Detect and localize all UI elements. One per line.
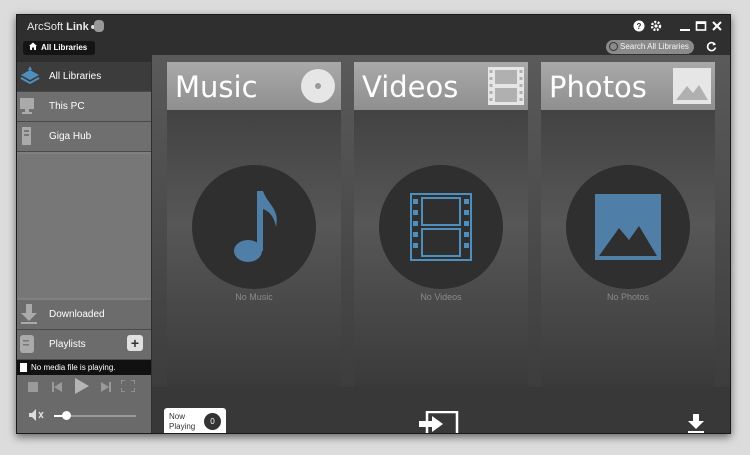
play-icon[interactable] (74, 378, 90, 397)
stop-icon[interactable] (28, 381, 38, 395)
search-box[interactable]: Search All Libraries (606, 40, 694, 54)
panel-title: Photos (549, 70, 647, 104)
sidebar-item-label: This PC (49, 101, 85, 112)
film-strip-icon (488, 67, 524, 110)
document-icon (20, 363, 27, 372)
breadcrumb[interactable]: All Libraries (23, 41, 96, 55)
player-controls (17, 375, 151, 433)
sidebar-item-playlists[interactable]: Playlists + (17, 330, 151, 360)
disc-icon (300, 68, 336, 109)
all-libraries-icon (19, 65, 41, 87)
volume-slider-knob[interactable] (62, 411, 71, 420)
search-icon (609, 42, 618, 51)
close-icon[interactable] (711, 20, 723, 32)
hub-icon (19, 125, 41, 147)
help-icon[interactable]: ? (633, 20, 645, 32)
library-main: Music No Music Videos No Videos Photos N… (152, 55, 730, 433)
fullscreen-icon[interactable] (120, 379, 136, 395)
app-logo-icon (94, 20, 104, 32)
panel-empty-text: No Music (235, 292, 273, 302)
app-title: ArcSoft Link (27, 21, 95, 33)
videos-placeholder (379, 165, 503, 289)
download-arrow-icon (19, 303, 41, 325)
previous-icon[interactable] (52, 381, 62, 395)
now-playing-button[interactable]: Now Playing 0 (164, 408, 226, 433)
sidebar-item-label: All Libraries (49, 71, 102, 82)
player-status: No media file is playing. (17, 360, 151, 375)
music-panel[interactable]: Music No Music (167, 62, 341, 387)
minimize-icon[interactable] (679, 20, 691, 32)
panel-title: Music (175, 70, 258, 104)
refresh-icon[interactable] (706, 41, 717, 55)
sidebar-item-downloaded[interactable]: Downloaded (17, 300, 151, 330)
download-icon[interactable] (687, 414, 705, 433)
app-name-prefix: ArcSoft (27, 21, 67, 33)
gear-icon[interactable] (650, 20, 662, 32)
player-status-text: No media file is playing. (31, 363, 116, 372)
panel-header: Photos (541, 62, 715, 110)
maximize-icon[interactable] (695, 20, 707, 32)
panel-header: Videos (354, 62, 528, 110)
music-note-icon (232, 187, 280, 272)
now-playing-line1: Now (169, 412, 186, 421)
sidebar-item-this-pc[interactable]: This PC (17, 92, 151, 122)
bottom-bar: Now Playing 0 (152, 387, 730, 433)
volume-icon[interactable] (29, 409, 45, 424)
sidebar-item-all-libraries[interactable]: All Libraries (17, 62, 151, 92)
playlists-label: Playlists (49, 339, 86, 350)
sidebar-item-giga-hub[interactable]: Giga Hub (17, 122, 151, 152)
panel-empty-text: No Photos (606, 292, 650, 302)
photos-panel[interactable]: Photos No Photos (541, 62, 715, 387)
panel-header: Music (167, 62, 341, 110)
sidebar-empty-area (17, 154, 151, 298)
film-icon (410, 193, 472, 266)
add-playlist-button[interactable]: + (127, 335, 143, 351)
photo-icon (595, 194, 661, 265)
photos-placeholder (566, 165, 690, 289)
videos-panel[interactable]: Videos No Videos (354, 62, 528, 387)
panel-empty-text: No Videos (420, 292, 462, 302)
pc-icon (19, 95, 41, 117)
app-window: ArcSoft Link ? All Libraries Search All … (16, 14, 731, 434)
playlist-icon (19, 333, 41, 355)
app-name-brand: Link (66, 21, 89, 33)
home-icon (29, 41, 37, 55)
svg-text:?: ? (637, 22, 642, 31)
next-icon[interactable] (101, 381, 111, 395)
cast-to-device-icon[interactable] (419, 410, 459, 433)
now-playing-count: 0 (204, 413, 221, 430)
landscape-icon (673, 68, 711, 109)
now-playing-line2: Playing (169, 422, 196, 431)
volume-slider[interactable] (54, 411, 136, 420)
sidebar-item-label: Giga Hub (49, 131, 92, 142)
breadcrumb-label: All Libraries (41, 43, 88, 52)
title-bar: ArcSoft Link ? (17, 15, 730, 39)
downloaded-label: Downloaded (49, 309, 105, 320)
panel-title: Videos (362, 70, 459, 104)
sidebar: All Libraries This PC Giga Hub Downloade… (17, 62, 151, 433)
search-placeholder: Search All Libraries (620, 42, 689, 51)
music-placeholder (192, 165, 316, 289)
